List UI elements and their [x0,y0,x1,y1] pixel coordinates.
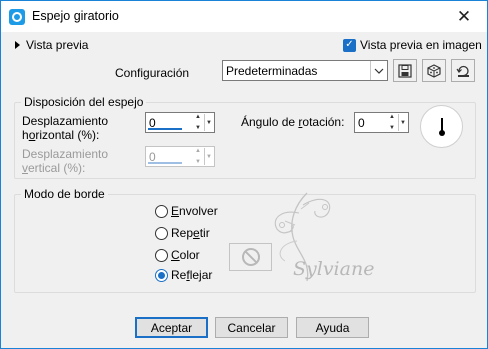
edge-group-legend: Modo de borde [21,187,108,201]
cancel-button[interactable]: Cancelar [215,317,288,338]
edge-option-wrap[interactable]: Envolver [155,204,218,218]
edge-option-reflect[interactable]: Reflejar [155,268,212,282]
save-preset-button[interactable] [393,59,417,82]
live-preview-checkbox[interactable]: ✓ Vista previa en imagen [343,38,482,52]
dice-icon [427,63,441,78]
close-icon: ✕ [456,6,472,26]
chevron-down-icon[interactable] [370,61,387,80]
spin-arrows[interactable]: ▲ ▼ [387,114,397,131]
spin-arrows[interactable]: ▲ ▼ [193,114,203,131]
ok-button[interactable]: Aceptar [135,317,208,338]
h-offset-label: Desplazamiento horizontal (%): [22,114,108,142]
radio-repeat[interactable] [155,226,168,240]
rotation-label: Ángulo de rotación: [241,115,345,129]
expand-triangle-icon [15,41,20,49]
live-preview-label: Vista previa en imagen [360,38,482,52]
edge-option-repeat-label: Repetir [171,226,210,240]
spin-down-icon: ▼ [195,125,201,131]
disabled-icon [241,248,260,266]
slider-popup-icon[interactable]: ▼ [398,114,407,131]
spin-up-icon: ▲ [195,148,201,154]
dialog-window: Espejo giratorio ✕ Vista previa ✓ Vista … [0,0,488,349]
preview-toggle[interactable]: Vista previa [15,38,88,52]
rotation-level-bar [357,128,379,130]
spin-up-icon: ▲ [195,114,201,120]
v-offset-label: Desplazamiento vertical (%): [22,147,108,175]
randomize-button[interactable] [422,59,446,82]
h-offset-spinbox[interactable]: 0 ▲ ▼ ▼ [145,112,215,133]
v-offset-label-line1: Desplazamiento [22,147,109,161]
reset-button[interactable] [451,59,475,82]
slider-popup-icon[interactable]: ▼ [204,114,213,131]
edge-option-wrap-label: Envolver [171,204,218,218]
watermark-signature: Sylviane [293,258,374,280]
h-offset-level-bar [148,128,182,130]
v-offset-spinbox: 0 ▲ ▼ ▼ [145,146,215,167]
checkbox-checked-icon: ✓ [343,38,356,52]
dial-center-dot [439,130,445,136]
radio-wrap[interactable] [155,204,168,218]
spin-down-icon: ▼ [195,159,201,165]
h-offset-label-line2: horizontal (%): [22,128,100,142]
edge-option-repeat[interactable]: Repetir [155,226,210,240]
spin-up-icon: ▲ [389,114,395,120]
color-swatch [229,243,272,271]
preset-value: Predeterminadas [226,64,318,78]
mirror-group-legend: Disposición del espejo [21,95,147,109]
window-title: Espejo giratorio [32,9,119,23]
spin-down-icon: ▼ [389,125,395,131]
preset-dropdown[interactable]: Predeterminadas [222,60,388,81]
title-bar: Espejo giratorio ✕ [1,1,487,32]
v-offset-label-line2: vertical (%): [22,161,86,175]
save-icon [398,63,412,78]
rotation-spinbox[interactable]: 0 ▲ ▼ ▼ [354,112,409,133]
app-icon [9,9,25,25]
spin-arrows-disabled: ▲ ▼ [193,148,203,165]
v-offset-level-bar [148,162,182,164]
radio-color[interactable] [155,248,168,262]
rotation-dial[interactable] [420,105,463,148]
edge-option-reflect-label: Reflejar [171,268,213,282]
preview-toggle-label: Vista previa [26,38,89,52]
help-button[interactable]: Ayuda [296,317,369,338]
reset-icon [456,65,469,77]
config-label: Configuración [115,66,190,80]
slider-popup-icon-disabled: ▼ [204,148,213,165]
h-offset-label-line1: Desplazamiento [22,114,109,128]
close-button[interactable]: ✕ [447,4,481,29]
edge-option-color[interactable]: Color [155,248,200,262]
radio-reflect[interactable] [155,268,168,282]
edge-option-color-label: Color [171,248,200,262]
